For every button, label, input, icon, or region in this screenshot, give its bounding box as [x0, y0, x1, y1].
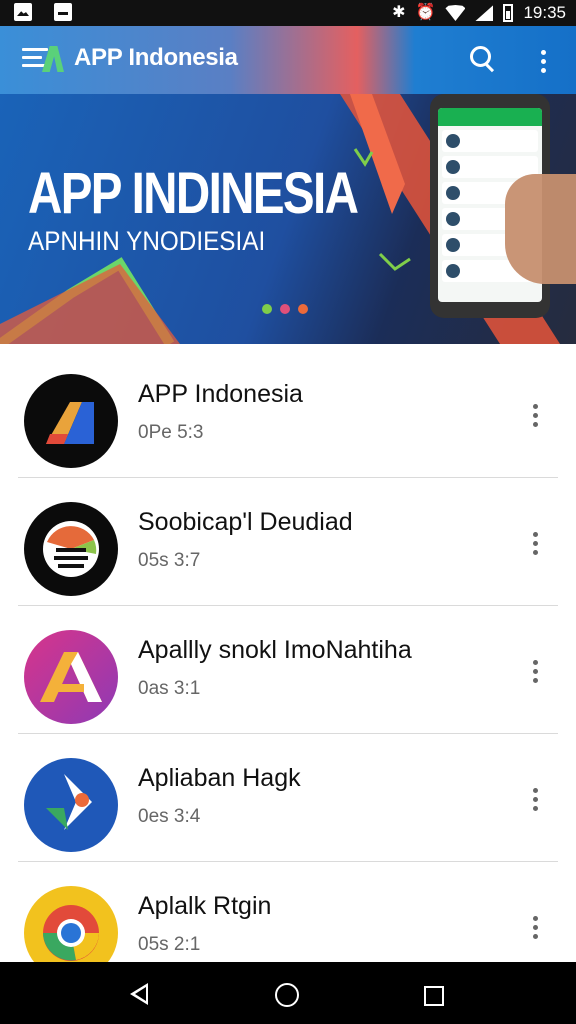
overflow-menu-icon[interactable] — [541, 50, 547, 73]
list-item-title: Aplalk Rtgin — [138, 892, 272, 920]
photo-icon — [14, 3, 32, 21]
list-item-subtitle: 0Pe 5:3 — [138, 422, 204, 443]
app-icon — [24, 630, 118, 724]
app-icon — [24, 502, 118, 596]
more-options-icon[interactable] — [533, 404, 539, 431]
navigation-bar — [0, 962, 576, 1024]
carousel-dot[interactable] — [280, 304, 290, 314]
carousel-dot[interactable] — [262, 304, 272, 314]
back-icon[interactable] — [130, 983, 148, 1005]
list-item-title: APP Indonesia — [138, 380, 303, 408]
app-bar: APP Indonesia — [0, 26, 576, 94]
banner-title: APP INDINESIA — [28, 161, 359, 226]
list-item-subtitle: 05s 2:1 — [138, 934, 201, 955]
bluetooth-icon: ✱ — [392, 4, 406, 21]
more-options-icon[interactable] — [533, 788, 539, 815]
status-time: 19:35 — [523, 3, 566, 22]
list-item-subtitle: 0es 3:4 — [138, 806, 201, 827]
alarm-icon: ⏰ — [415, 4, 436, 21]
message-icon — [54, 3, 72, 21]
battery-icon — [503, 4, 514, 22]
list-item[interactable]: APP Indonesia 0Pe 5:3 — [0, 350, 576, 478]
hand-illustration — [505, 174, 576, 284]
list-item-title: Soobicap'l Deudiad — [138, 508, 353, 536]
more-options-icon[interactable] — [533, 916, 539, 943]
home-icon[interactable] — [275, 983, 299, 1007]
search-icon[interactable] — [470, 46, 496, 72]
app-icon — [24, 374, 118, 468]
wifi-icon — [445, 5, 466, 21]
promo-banner[interactable]: APP INDINESIA APNHIN YNODIESIAI — [0, 94, 576, 344]
list-item-subtitle: 05s 3:7 — [138, 550, 201, 571]
list-item-subtitle: 0as 3:1 — [138, 678, 201, 699]
list-item[interactable]: Apallly snokl ImoNahtiha 0as 3:1 — [0, 606, 576, 734]
carousel-dots[interactable] — [262, 304, 308, 314]
more-options-icon[interactable] — [533, 660, 539, 687]
status-bar: ✱ ⏰ 19:35 — [0, 0, 576, 26]
banner-subtitle: APNHIN YNODIESIAI — [28, 226, 266, 256]
list-item[interactable]: Apliaban Hagk 0es 3:4 — [0, 734, 576, 862]
list-item-title: Apliaban Hagk — [138, 764, 301, 792]
signal-icon — [475, 5, 494, 21]
app-icon — [24, 758, 118, 852]
more-options-icon[interactable] — [533, 532, 539, 559]
app-title: APP Indonesia — [74, 44, 238, 71]
list-item[interactable]: Soobicap'l Deudiad 05s 3:7 — [0, 478, 576, 606]
carousel-dot[interactable] — [298, 304, 308, 314]
recents-icon[interactable] — [424, 986, 444, 1006]
list-item-title: Apallly snokl ImoNahtiha — [138, 636, 412, 664]
